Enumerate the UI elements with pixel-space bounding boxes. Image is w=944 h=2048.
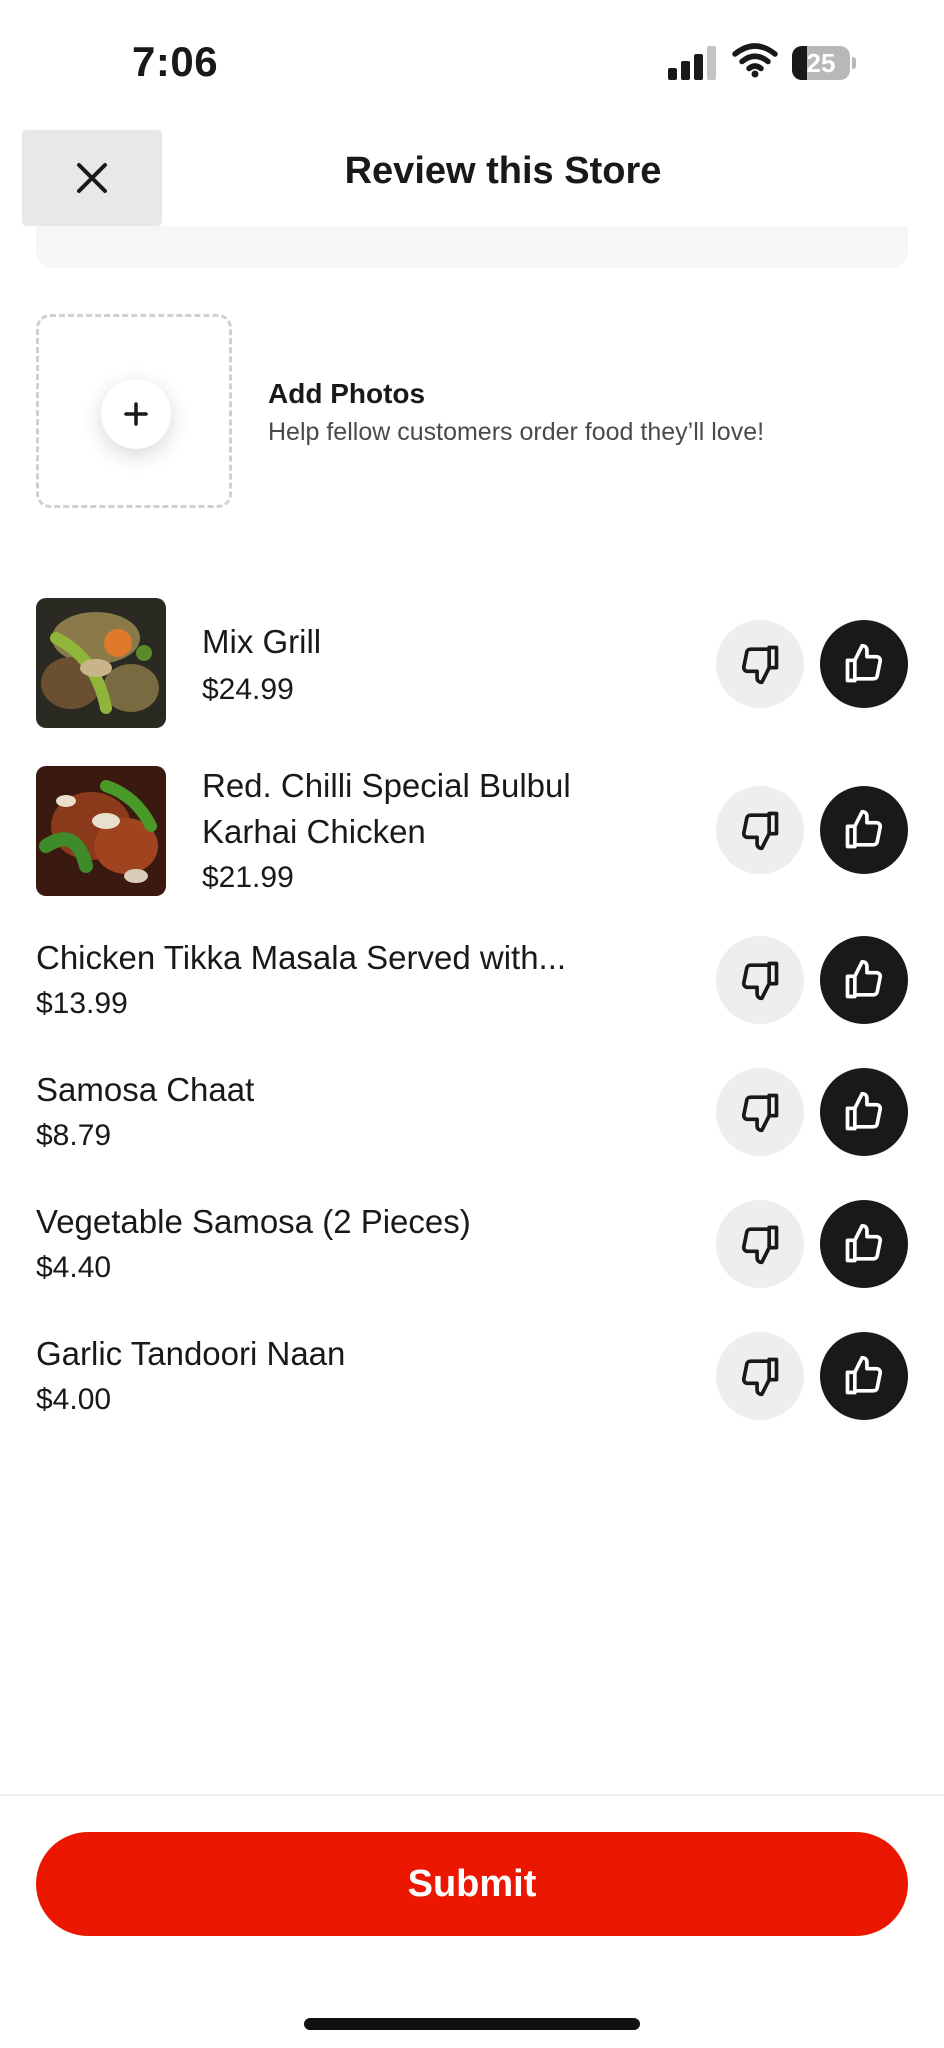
home-indicator[interactable] (304, 2018, 640, 2030)
thumbs-up-button[interactable] (820, 620, 908, 708)
thumbs-up-icon (845, 643, 883, 683)
submit-button[interactable]: Submit (36, 1832, 908, 1936)
item-name: Samosa Chaat (36, 1071, 255, 1108)
item-price: $8.79 (36, 1119, 112, 1152)
item-name-line-1: Red. Chilli Special Bulbul (202, 767, 571, 804)
wifi-icon (732, 42, 778, 83)
item-name: Garlic Tandoori Naan (36, 1335, 346, 1372)
thumbs-down-button[interactable] (716, 936, 804, 1024)
thumbs-up-button[interactable] (820, 1068, 908, 1156)
thumbs-down-button[interactable] (716, 1332, 804, 1420)
thumbs-up-button[interactable] (820, 1332, 908, 1420)
status-bar: 7:06 25 (0, 0, 944, 120)
item-price: $4.40 (36, 1251, 112, 1284)
item-image-mix-grill (36, 598, 166, 728)
thumbs-up-icon (845, 809, 883, 849)
item-price: $13.99 (36, 987, 128, 1020)
thumbs-down-icon (741, 645, 779, 685)
signal-icon (668, 46, 718, 80)
thumbs-down-icon (741, 1357, 779, 1397)
thumbs-down-icon (741, 1093, 779, 1133)
thumbs-up-button[interactable] (820, 936, 908, 1024)
item-price: $21.99 (202, 861, 294, 894)
review-text-area[interactable] (36, 226, 908, 268)
thumbs-down-button[interactable] (716, 1068, 804, 1156)
thumbs-down-button[interactable] (716, 786, 804, 874)
thumbs-up-icon (845, 1223, 883, 1263)
add-photos-title: Add Photos (268, 378, 426, 409)
item-price: $24.99 (202, 673, 294, 706)
thumbs-down-icon (741, 811, 779, 851)
thumbs-down-icon (741, 1225, 779, 1265)
add-photo-button[interactable] (101, 379, 171, 449)
add-photos-subtitle: Help fellow customers order food they’ll… (268, 418, 765, 446)
item-price: $4.00 (36, 1383, 112, 1416)
item-name: Vegetable Samosa (2 Pieces) (36, 1203, 471, 1240)
item-name: Chicken Tikka Masala Served with... (36, 939, 567, 976)
plus-icon (124, 402, 148, 426)
thumbs-down-button[interactable] (716, 620, 804, 708)
thumbs-up-icon (845, 959, 883, 999)
item-image-karhai-chicken (36, 766, 166, 896)
battery-percent: 25 (806, 48, 836, 78)
page-title: Review this Store (344, 150, 662, 192)
item-name-line-2: Karhai Chicken (202, 813, 426, 850)
status-time: 7:06 (132, 38, 219, 85)
thumbs-up-icon (845, 1355, 883, 1395)
footer-divider (0, 1794, 944, 1796)
battery-icon: 25 (792, 46, 856, 80)
add-photo-dropzone[interactable] (36, 314, 232, 508)
item-name: Mix Grill (202, 623, 322, 660)
thumbs-up-button[interactable] (820, 1200, 908, 1288)
thumbs-down-icon (741, 961, 779, 1001)
thumbs-up-button[interactable] (820, 786, 908, 874)
thumbs-up-icon (845, 1091, 883, 1131)
thumbs-down-button[interactable] (716, 1200, 804, 1288)
